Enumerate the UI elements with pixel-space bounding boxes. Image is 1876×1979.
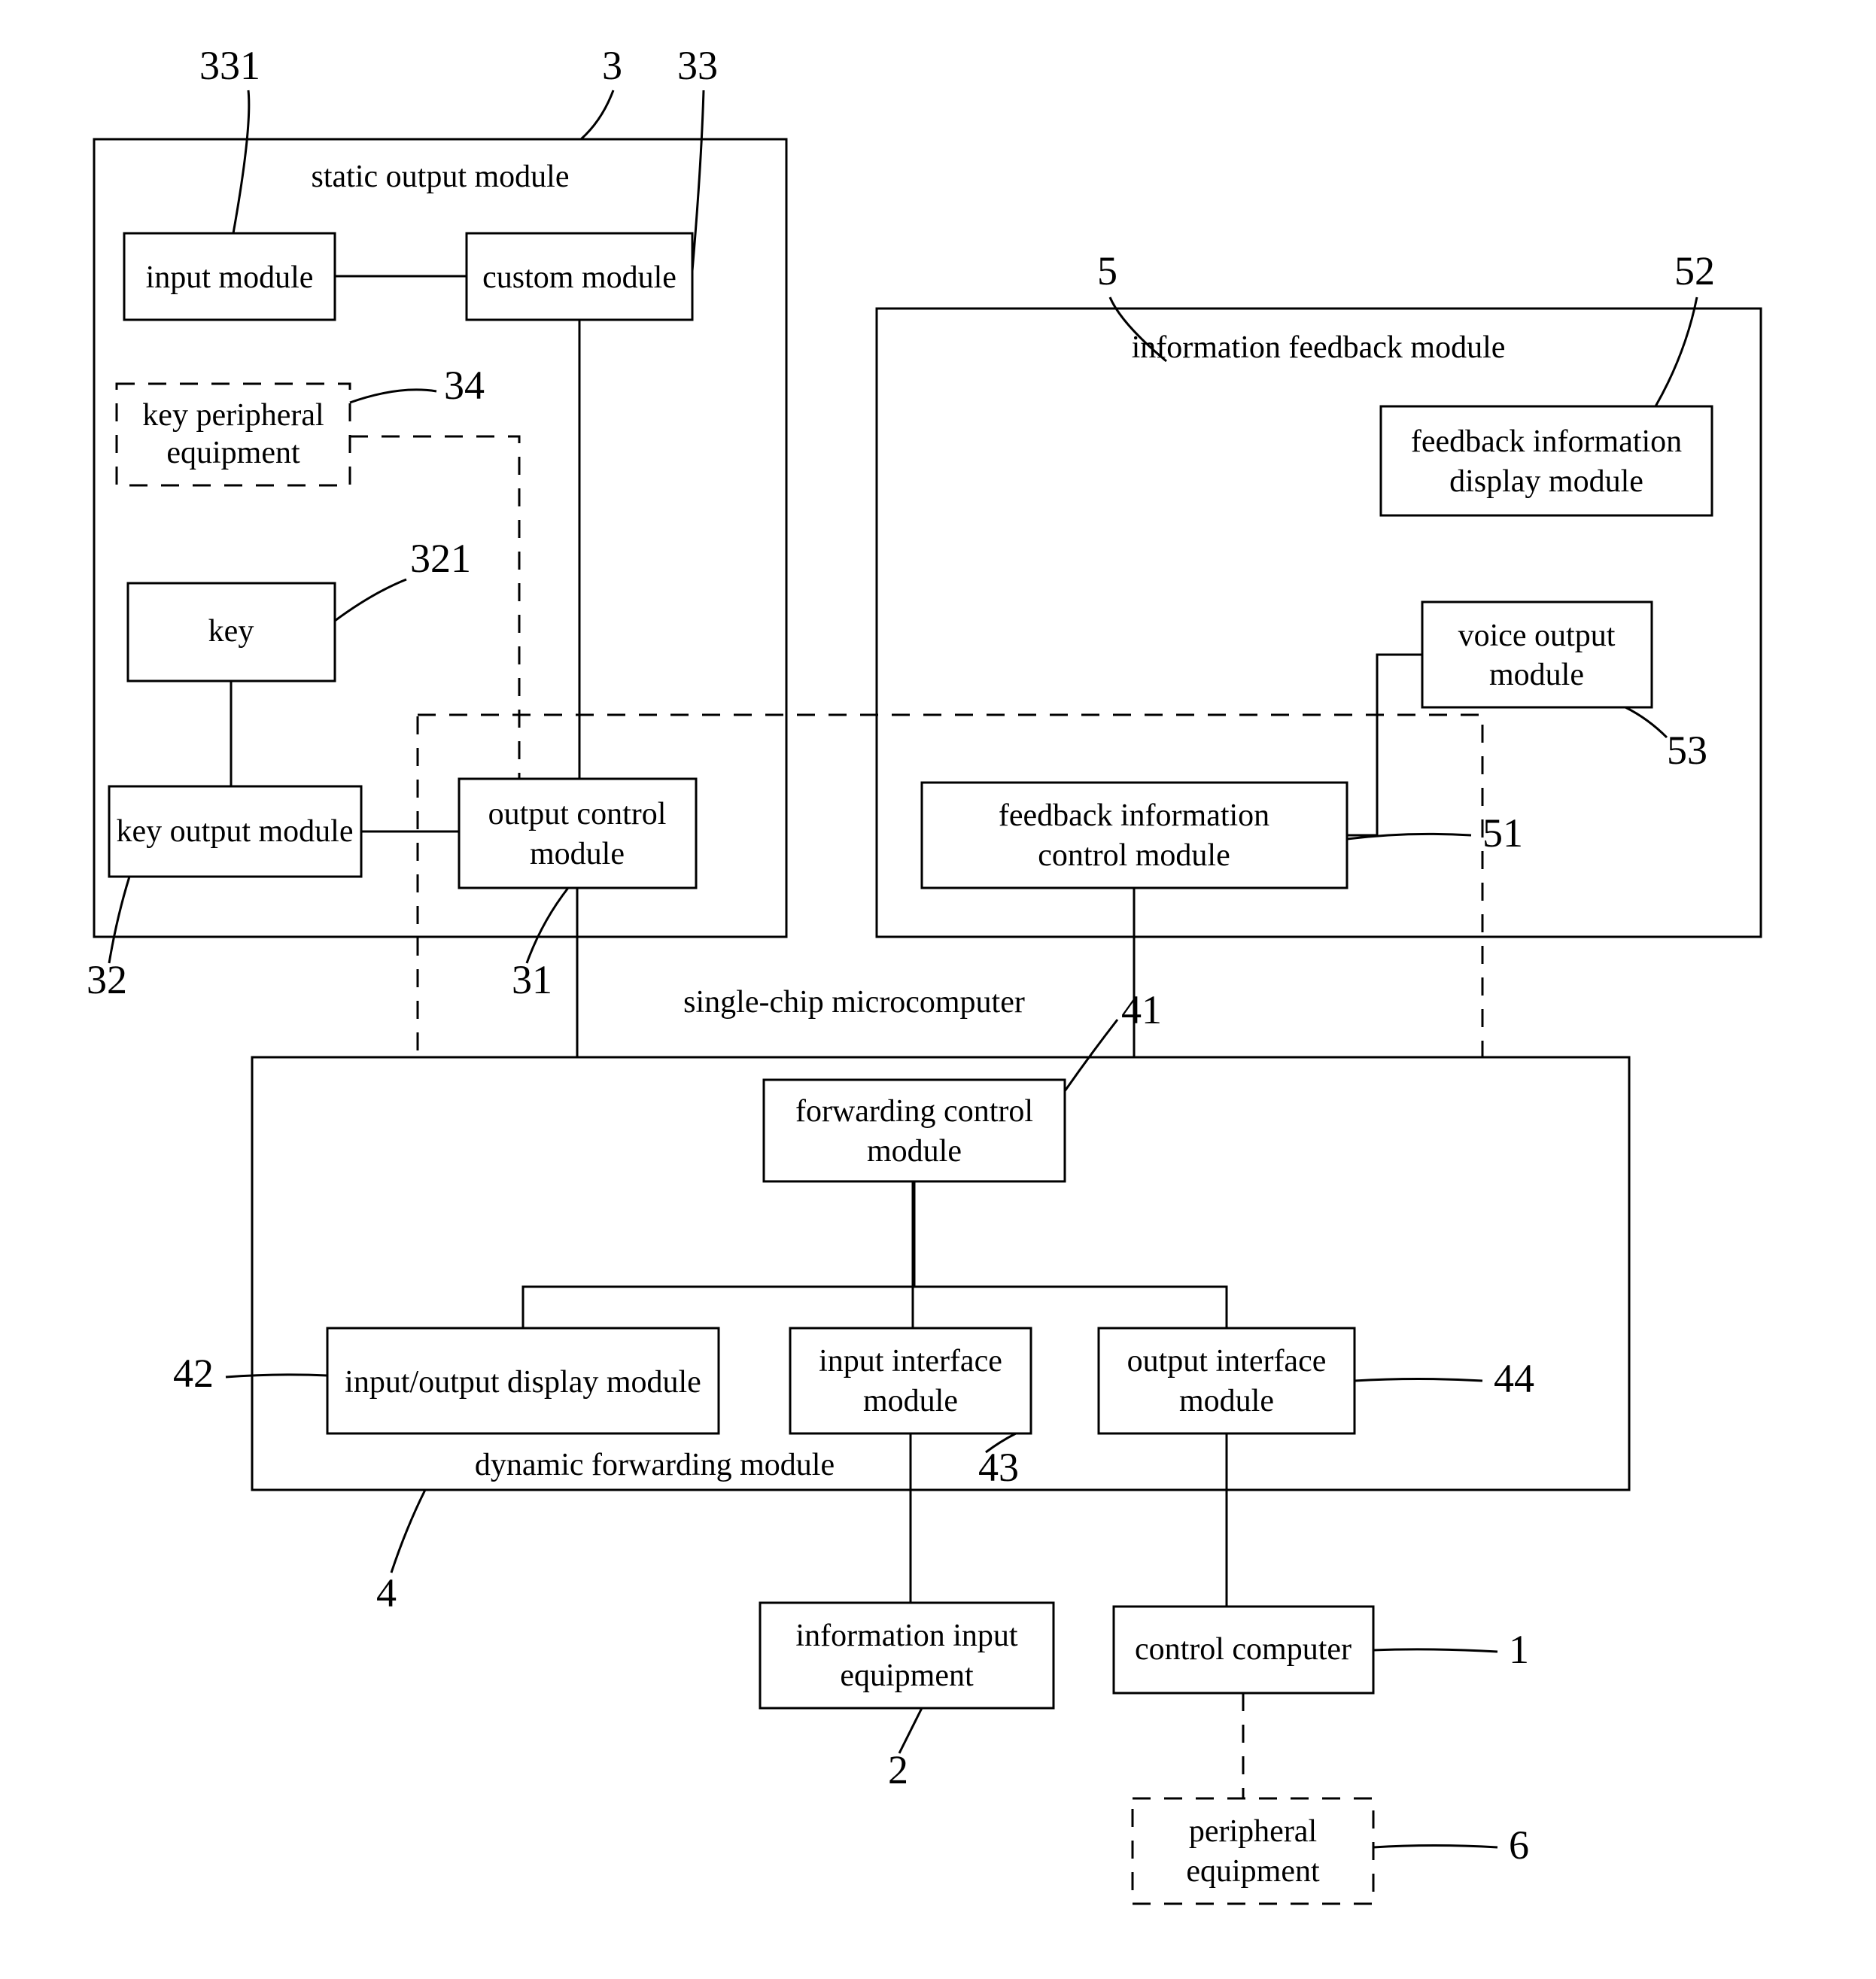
ref-32: 32	[87, 957, 127, 1002]
input-interface-label-1: input interface	[819, 1344, 1002, 1379]
input-interface-label-2: module	[863, 1384, 958, 1418]
information-feedback-module-label: information feedback module	[1132, 330, 1506, 365]
key-peripheral-equipment-label-2: equipment	[166, 436, 300, 470]
ref-3: 3	[602, 43, 622, 88]
static-output-module-label: static output module	[312, 160, 570, 194]
key-label: key	[208, 614, 254, 649]
forwarding-control-label-2: module	[867, 1134, 962, 1169]
output-interface-label-2: module	[1179, 1384, 1274, 1418]
voice-output-module-label-2: module	[1489, 658, 1584, 692]
ref-31: 31	[512, 957, 552, 1002]
control-computer-label: control computer	[1135, 1632, 1352, 1667]
key-output-module-label: key output module	[117, 814, 354, 849]
ref-42: 42	[173, 1351, 214, 1396]
output-control-module-label-2: module	[530, 837, 625, 871]
feedback-info-control-label-1: feedback information	[999, 798, 1269, 833]
feedback-info-display-label-2: display module	[1449, 464, 1643, 499]
ref-43: 43	[978, 1445, 1019, 1490]
block-diagram: static output module input module custom…	[0, 0, 1876, 1979]
ref-4: 4	[376, 1570, 397, 1616]
ref-53: 53	[1667, 728, 1707, 773]
ref-52: 52	[1674, 248, 1715, 293]
voice-output-module-label-1: voice output	[1458, 619, 1616, 653]
single-chip-label: single-chip microcomputer	[683, 985, 1025, 1020]
ref-331: 331	[199, 43, 260, 88]
feedback-info-display-box	[1381, 406, 1712, 515]
dynamic-forwarding-label: dynamic forwarding module	[475, 1448, 835, 1482]
ref-1: 1	[1509, 1627, 1529, 1672]
information-input-equipment-label-2: equipment	[840, 1658, 974, 1693]
ref-34: 34	[444, 363, 485, 408]
io-display-label: input/output display module	[345, 1365, 701, 1400]
feedback-info-control-label-2: control module	[1038, 838, 1230, 873]
feedback-info-display-label-1: feedback information	[1411, 424, 1682, 459]
input-module-label: input module	[146, 260, 314, 295]
output-control-module-box	[459, 779, 696, 888]
ref-5: 5	[1097, 248, 1117, 293]
forwarding-control-label-1: forwarding control	[795, 1094, 1033, 1129]
information-input-equipment-label-1: information input	[795, 1619, 1017, 1653]
peripheral-equipment-label-1: peripheral	[1189, 1814, 1317, 1849]
output-control-module-label-1: output control	[488, 797, 667, 831]
ref-44: 44	[1494, 1356, 1534, 1401]
ref-2: 2	[888, 1747, 908, 1792]
ref-6: 6	[1509, 1822, 1529, 1868]
output-interface-label-1: output interface	[1127, 1344, 1327, 1379]
ref-41: 41	[1121, 987, 1162, 1032]
ref-33: 33	[677, 43, 718, 88]
ref-321: 321	[410, 536, 471, 581]
ref-51: 51	[1482, 810, 1523, 856]
key-peripheral-equipment-label-1: key peripheral	[142, 398, 324, 433]
peripheral-equipment-label-2: equipment	[1186, 1854, 1320, 1889]
custom-module-label: custom module	[482, 260, 677, 295]
